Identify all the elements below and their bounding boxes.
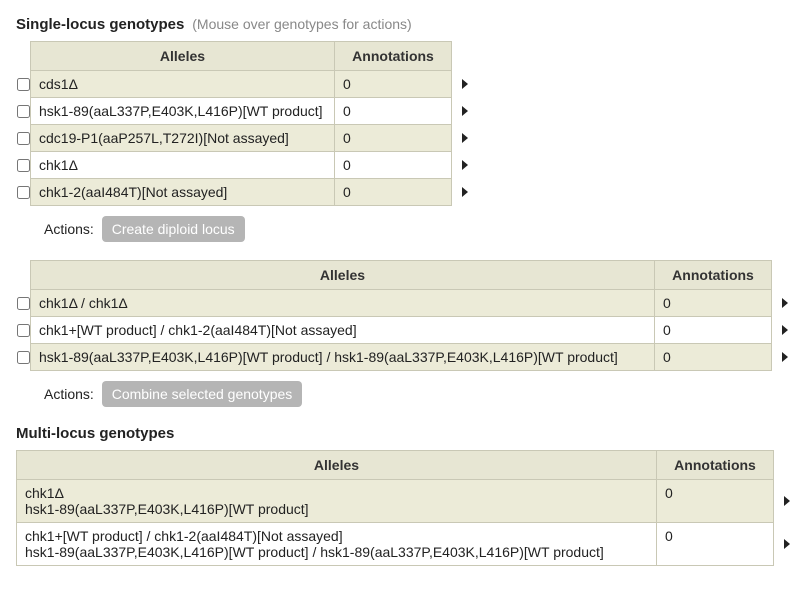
table-row[interactable]: chk1Δhsk1-89(aaL337P,E403K,L416P)[WT pro… — [17, 480, 799, 523]
annotations-header: Annotations — [335, 42, 452, 71]
allele-cell: hsk1-89(aaL337P,E403K,L416P)[WT product] — [31, 98, 335, 125]
arrow-header — [772, 261, 797, 290]
actions-label: Actions: — [44, 221, 94, 237]
single-locus-hint: (Mouse over genotypes for actions) — [192, 16, 411, 32]
annotation-cell: 0 — [335, 71, 452, 98]
checkbox-header — [16, 261, 31, 290]
annotation-cell: 0 — [335, 98, 452, 125]
single-locus-table: Alleles Annotations cds1Δ0hsk1-89(aaL337… — [16, 41, 476, 206]
table-row[interactable]: cds1Δ0 — [16, 71, 476, 98]
row-checkbox-cell — [16, 179, 31, 206]
allele-cell: hsk1-89(aaL337P,E403K,L416P)[WT product]… — [31, 344, 655, 371]
annotation-cell: 0 — [335, 152, 452, 179]
annotations-header: Annotations — [657, 451, 774, 480]
table-row[interactable]: chk1+[WT product] / chk1-2(aaI484T)[Not … — [16, 317, 796, 344]
allele-cell: chk1Δ — [31, 152, 335, 179]
row-checkbox-cell — [16, 344, 31, 371]
annotation-cell: 0 — [655, 290, 772, 317]
table-row[interactable]: cdc19-P1(aaP257L,T272I)[Not assayed]0 — [16, 125, 476, 152]
annotation-cell: 0 — [657, 523, 774, 566]
multi-locus-section: Multi-locus genotypes Alleles Annotation… — [16, 425, 787, 566]
table-row[interactable]: chk1+[WT product] / chk1-2(aaI484T)[Not … — [17, 523, 799, 566]
row-arrow-cell — [452, 71, 477, 98]
annotation-cell: 0 — [335, 125, 452, 152]
row-arrow-cell — [774, 523, 799, 566]
row-checkbox[interactable] — [17, 186, 30, 199]
row-checkbox[interactable] — [17, 324, 30, 337]
row-checkbox-cell — [16, 290, 31, 317]
expand-arrow-icon[interactable] — [462, 106, 468, 116]
single-locus-section: Single-locus genotypes (Mouse over genot… — [16, 16, 787, 407]
expand-arrow-icon[interactable] — [462, 187, 468, 197]
alleles-header: Alleles — [31, 261, 655, 290]
alleles-header: Alleles — [17, 451, 657, 480]
multi-locus-title: Multi-locus genotypes — [16, 425, 174, 442]
diploid-table: Alleles Annotations chk1Δ / chk1Δ0chk1+[… — [16, 260, 796, 371]
row-checkbox[interactable] — [17, 297, 30, 310]
row-arrow-cell — [774, 480, 799, 523]
row-checkbox[interactable] — [17, 159, 30, 172]
allele-cell: chk1+[WT product] / chk1-2(aaI484T)[Not … — [17, 523, 657, 566]
annotations-header: Annotations — [655, 261, 772, 290]
table-row[interactable]: chk1-2(aaI484T)[Not assayed]0 — [16, 179, 476, 206]
row-arrow-cell — [772, 317, 797, 344]
diploid-actions: Actions: Combine selected genotypes — [44, 381, 787, 407]
allele-cell: cds1Δ — [31, 71, 335, 98]
row-checkbox-cell — [16, 152, 31, 179]
row-checkbox-cell — [16, 317, 31, 344]
arrow-header — [452, 42, 477, 71]
row-arrow-cell — [452, 125, 477, 152]
allele-cell: chk1-2(aaI484T)[Not assayed] — [31, 179, 335, 206]
expand-arrow-icon[interactable] — [782, 325, 788, 335]
expand-arrow-icon[interactable] — [782, 352, 788, 362]
row-checkbox[interactable] — [17, 78, 30, 91]
allele-cell: chk1Δ / chk1Δ — [31, 290, 655, 317]
annotation-cell: 0 — [655, 344, 772, 371]
row-checkbox[interactable] — [17, 351, 30, 364]
expand-arrow-icon[interactable] — [784, 496, 790, 506]
create-diploid-button[interactable]: Create diploid locus — [102, 216, 245, 242]
row-checkbox-cell — [16, 125, 31, 152]
allele-cell: chk1+[WT product] / chk1-2(aaI484T)[Not … — [31, 317, 655, 344]
row-checkbox-cell — [16, 98, 31, 125]
table-row[interactable]: chk1Δ0 — [16, 152, 476, 179]
row-checkbox-cell — [16, 71, 31, 98]
multi-locus-table: Alleles Annotations chk1Δhsk1-89(aaL337P… — [16, 450, 799, 566]
allele-cell: chk1Δhsk1-89(aaL337P,E403K,L416P)[WT pro… — [17, 480, 657, 523]
row-arrow-cell — [772, 290, 797, 317]
expand-arrow-icon[interactable] — [462, 160, 468, 170]
annotation-cell: 0 — [655, 317, 772, 344]
table-row[interactable]: chk1Δ / chk1Δ0 — [16, 290, 796, 317]
row-checkbox[interactable] — [17, 132, 30, 145]
single-locus-title: Single-locus genotypes — [16, 16, 184, 33]
alleles-header: Alleles — [31, 42, 335, 71]
row-arrow-cell — [452, 98, 477, 125]
row-checkbox[interactable] — [17, 105, 30, 118]
actions-label: Actions: — [44, 386, 94, 402]
allele-cell: cdc19-P1(aaP257L,T272I)[Not assayed] — [31, 125, 335, 152]
checkbox-header — [16, 42, 31, 71]
combine-genotypes-button[interactable]: Combine selected genotypes — [102, 381, 303, 407]
expand-arrow-icon[interactable] — [784, 539, 790, 549]
row-arrow-cell — [772, 344, 797, 371]
row-arrow-cell — [452, 179, 477, 206]
expand-arrow-icon[interactable] — [462, 79, 468, 89]
row-arrow-cell — [452, 152, 477, 179]
expand-arrow-icon[interactable] — [462, 133, 468, 143]
expand-arrow-icon[interactable] — [782, 298, 788, 308]
annotation-cell: 0 — [657, 480, 774, 523]
table-row[interactable]: hsk1-89(aaL337P,E403K,L416P)[WT product]… — [16, 98, 476, 125]
annotation-cell: 0 — [335, 179, 452, 206]
table-row[interactable]: hsk1-89(aaL337P,E403K,L416P)[WT product]… — [16, 344, 796, 371]
single-actions: Actions: Create diploid locus — [44, 216, 787, 242]
arrow-header — [774, 451, 799, 480]
